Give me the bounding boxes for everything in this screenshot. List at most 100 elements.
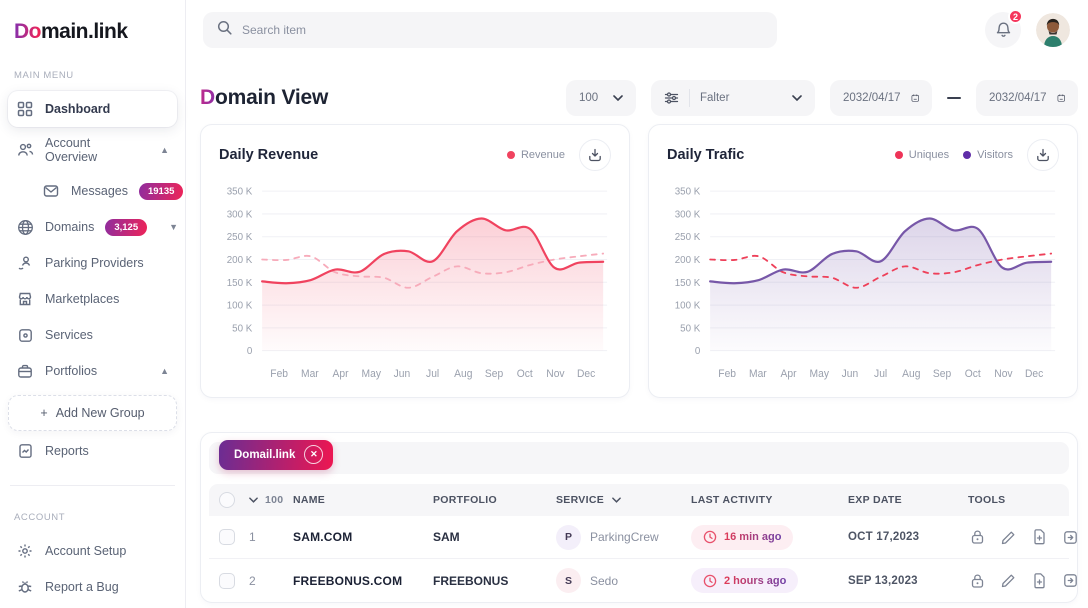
calendar-icon [1057, 91, 1065, 105]
export-icon[interactable] [1061, 528, 1079, 546]
row-checkbox[interactable] [219, 529, 235, 545]
legend-label: Uniques [909, 149, 949, 161]
svg-text:Mar: Mar [301, 369, 319, 380]
svg-text:Sep: Sep [933, 369, 951, 380]
sidebar-item-messages[interactable]: Messages 19135 [34, 173, 177, 209]
sidebar-item-label: Domains [45, 220, 94, 234]
envelope-icon [42, 182, 60, 200]
date-to-picker[interactable]: 2032/04/17 [976, 80, 1078, 116]
svg-text:250 K: 250 K [675, 232, 701, 243]
edit-icon[interactable] [999, 572, 1017, 590]
chevron-up-icon: ▲ [160, 366, 169, 376]
svg-text:0: 0 [695, 346, 701, 357]
row-checkbox[interactable] [219, 573, 235, 589]
briefcase-icon [16, 362, 34, 380]
svg-text:Sep: Sep [485, 369, 503, 380]
date-from-picker[interactable]: 2032/04/17 [830, 80, 932, 116]
exp-date: OCT 17,2023 [848, 531, 968, 543]
domain-filter-chip[interactable]: Domail.link ✕ [219, 440, 333, 470]
svg-text:May: May [362, 369, 382, 380]
chevron-down-icon [249, 497, 258, 503]
sidebar-item-label: Parking Providers [45, 256, 144, 270]
column-header-portfolio[interactable]: PORTFOLIO [433, 494, 556, 506]
chevron-down-icon [792, 95, 802, 101]
svg-text:50 K: 50 K [232, 323, 253, 334]
storefront-icon [16, 290, 34, 308]
svg-text:100 K: 100 K [227, 300, 253, 311]
portfolio-name: FREEBONUS [433, 574, 556, 588]
service-avatar: S [556, 568, 581, 593]
domain-name[interactable]: FREEBONUS.COM [293, 574, 433, 588]
charts-row: Daily Revenue Revenue 350 K300 K250 K200… [200, 124, 1078, 398]
filter-dropdown[interactable]: Falter [651, 80, 815, 116]
svg-text:0: 0 [247, 346, 253, 357]
legend-dot [507, 151, 515, 159]
export-icon[interactable] [1061, 572, 1079, 590]
sidebar-item-parking-providers[interactable]: Parking Providers [8, 245, 177, 281]
svg-text:Apr: Apr [333, 369, 350, 380]
table-row[interactable]: 2 FREEBONUS.COM FREEBONUS S Sedo 2 hours… [209, 559, 1069, 602]
table-row[interactable]: 1 SAM.COM SAM P ParkingCrew 16 min ago O… [209, 516, 1069, 559]
lock-icon[interactable] [968, 528, 986, 546]
notifications-button[interactable]: 2 [985, 12, 1021, 48]
column-header-exp-date[interactable]: EXP DATE [848, 494, 968, 506]
clock-icon [703, 574, 717, 588]
sidebar-item-services[interactable]: Services [8, 317, 177, 353]
search-icon [217, 20, 232, 40]
service-cell: S Sedo [556, 568, 691, 593]
messages-count-badge: 19135 [139, 183, 183, 200]
bell-icon [995, 21, 1012, 39]
download-chart-button[interactable] [1027, 139, 1059, 171]
chevron-down-icon: ▼ [169, 222, 178, 232]
sidebar: Domain.link MAIN MENU Dashboard Account … [0, 0, 186, 608]
last-activity-cell: 2 hours ago [691, 568, 848, 593]
row-number: 2 [249, 574, 293, 588]
sidebar-item-dashboard[interactable]: Dashboard [8, 91, 177, 127]
sidebar-item-label: Marketplaces [45, 292, 119, 306]
column-header-service[interactable]: SERVICE [556, 494, 691, 506]
svg-text:350 K: 350 K [227, 187, 253, 198]
domain-name[interactable]: SAM.COM [293, 530, 433, 544]
sidebar-item-domains[interactable]: Domains 3,125 ▼ [8, 209, 177, 245]
date-from-value: 2032/04/17 [843, 92, 901, 104]
sidebar-item-label: Reports [45, 444, 89, 458]
svg-text:Dec: Dec [1025, 369, 1043, 380]
search-input[interactable] [242, 23, 763, 37]
filter-label: Falter [700, 92, 729, 104]
edit-icon[interactable] [999, 528, 1017, 546]
table-header: 100 NAME PORTFOLIO SERVICE LAST ACTIVITY… [209, 484, 1069, 516]
calendar-icon [911, 91, 919, 105]
close-icon[interactable]: ✕ [304, 445, 323, 464]
user-avatar[interactable] [1036, 13, 1070, 47]
sidebar-item-label: Portfolios [45, 364, 97, 378]
activity-pill: 16 min ago [691, 525, 793, 550]
sidebar-item-account-overview[interactable]: Account Overview ▲ [8, 127, 177, 173]
sidebar-item-label: Services [45, 328, 93, 342]
svg-text:Nov: Nov [994, 369, 1013, 380]
file-plus-icon[interactable] [1030, 572, 1048, 590]
page-size-select[interactable]: 100 [566, 80, 636, 116]
file-plus-icon[interactable] [1030, 528, 1048, 546]
svg-text:May: May [810, 369, 830, 380]
daily-revenue-card: Daily Revenue Revenue 350 K300 K250 K200… [200, 124, 630, 398]
svg-text:Aug: Aug [454, 369, 472, 380]
lock-icon[interactable] [968, 572, 986, 590]
services-icon [16, 326, 34, 344]
sidebar-item-marketplaces[interactable]: Marketplaces [8, 281, 177, 317]
select-all-checkbox[interactable] [219, 492, 235, 508]
column-header-last-activity[interactable]: LAST ACTIVITY [691, 494, 848, 506]
sidebar-item-portfolios[interactable]: Portfolios ▲ [8, 353, 177, 389]
chevron-down-icon [612, 497, 621, 503]
column-header-tools: TOOLS [968, 494, 1069, 506]
add-new-group-button[interactable]: + Add New Group [8, 395, 177, 431]
column-header-name[interactable]: NAME [293, 494, 433, 506]
sidebar-item-account-setup[interactable]: Account Setup [8, 533, 177, 569]
sidebar-item-report-a-bug[interactable]: Report a Bug [8, 569, 177, 605]
search-bar[interactable] [203, 12, 777, 48]
plus-icon: + [40, 406, 47, 420]
svg-text:Aug: Aug [902, 369, 920, 380]
svg-text:Nov: Nov [546, 369, 565, 380]
header-page-size[interactable]: 100 [249, 494, 293, 506]
download-chart-button[interactable] [579, 139, 611, 171]
sidebar-item-reports[interactable]: Reports [8, 433, 177, 469]
